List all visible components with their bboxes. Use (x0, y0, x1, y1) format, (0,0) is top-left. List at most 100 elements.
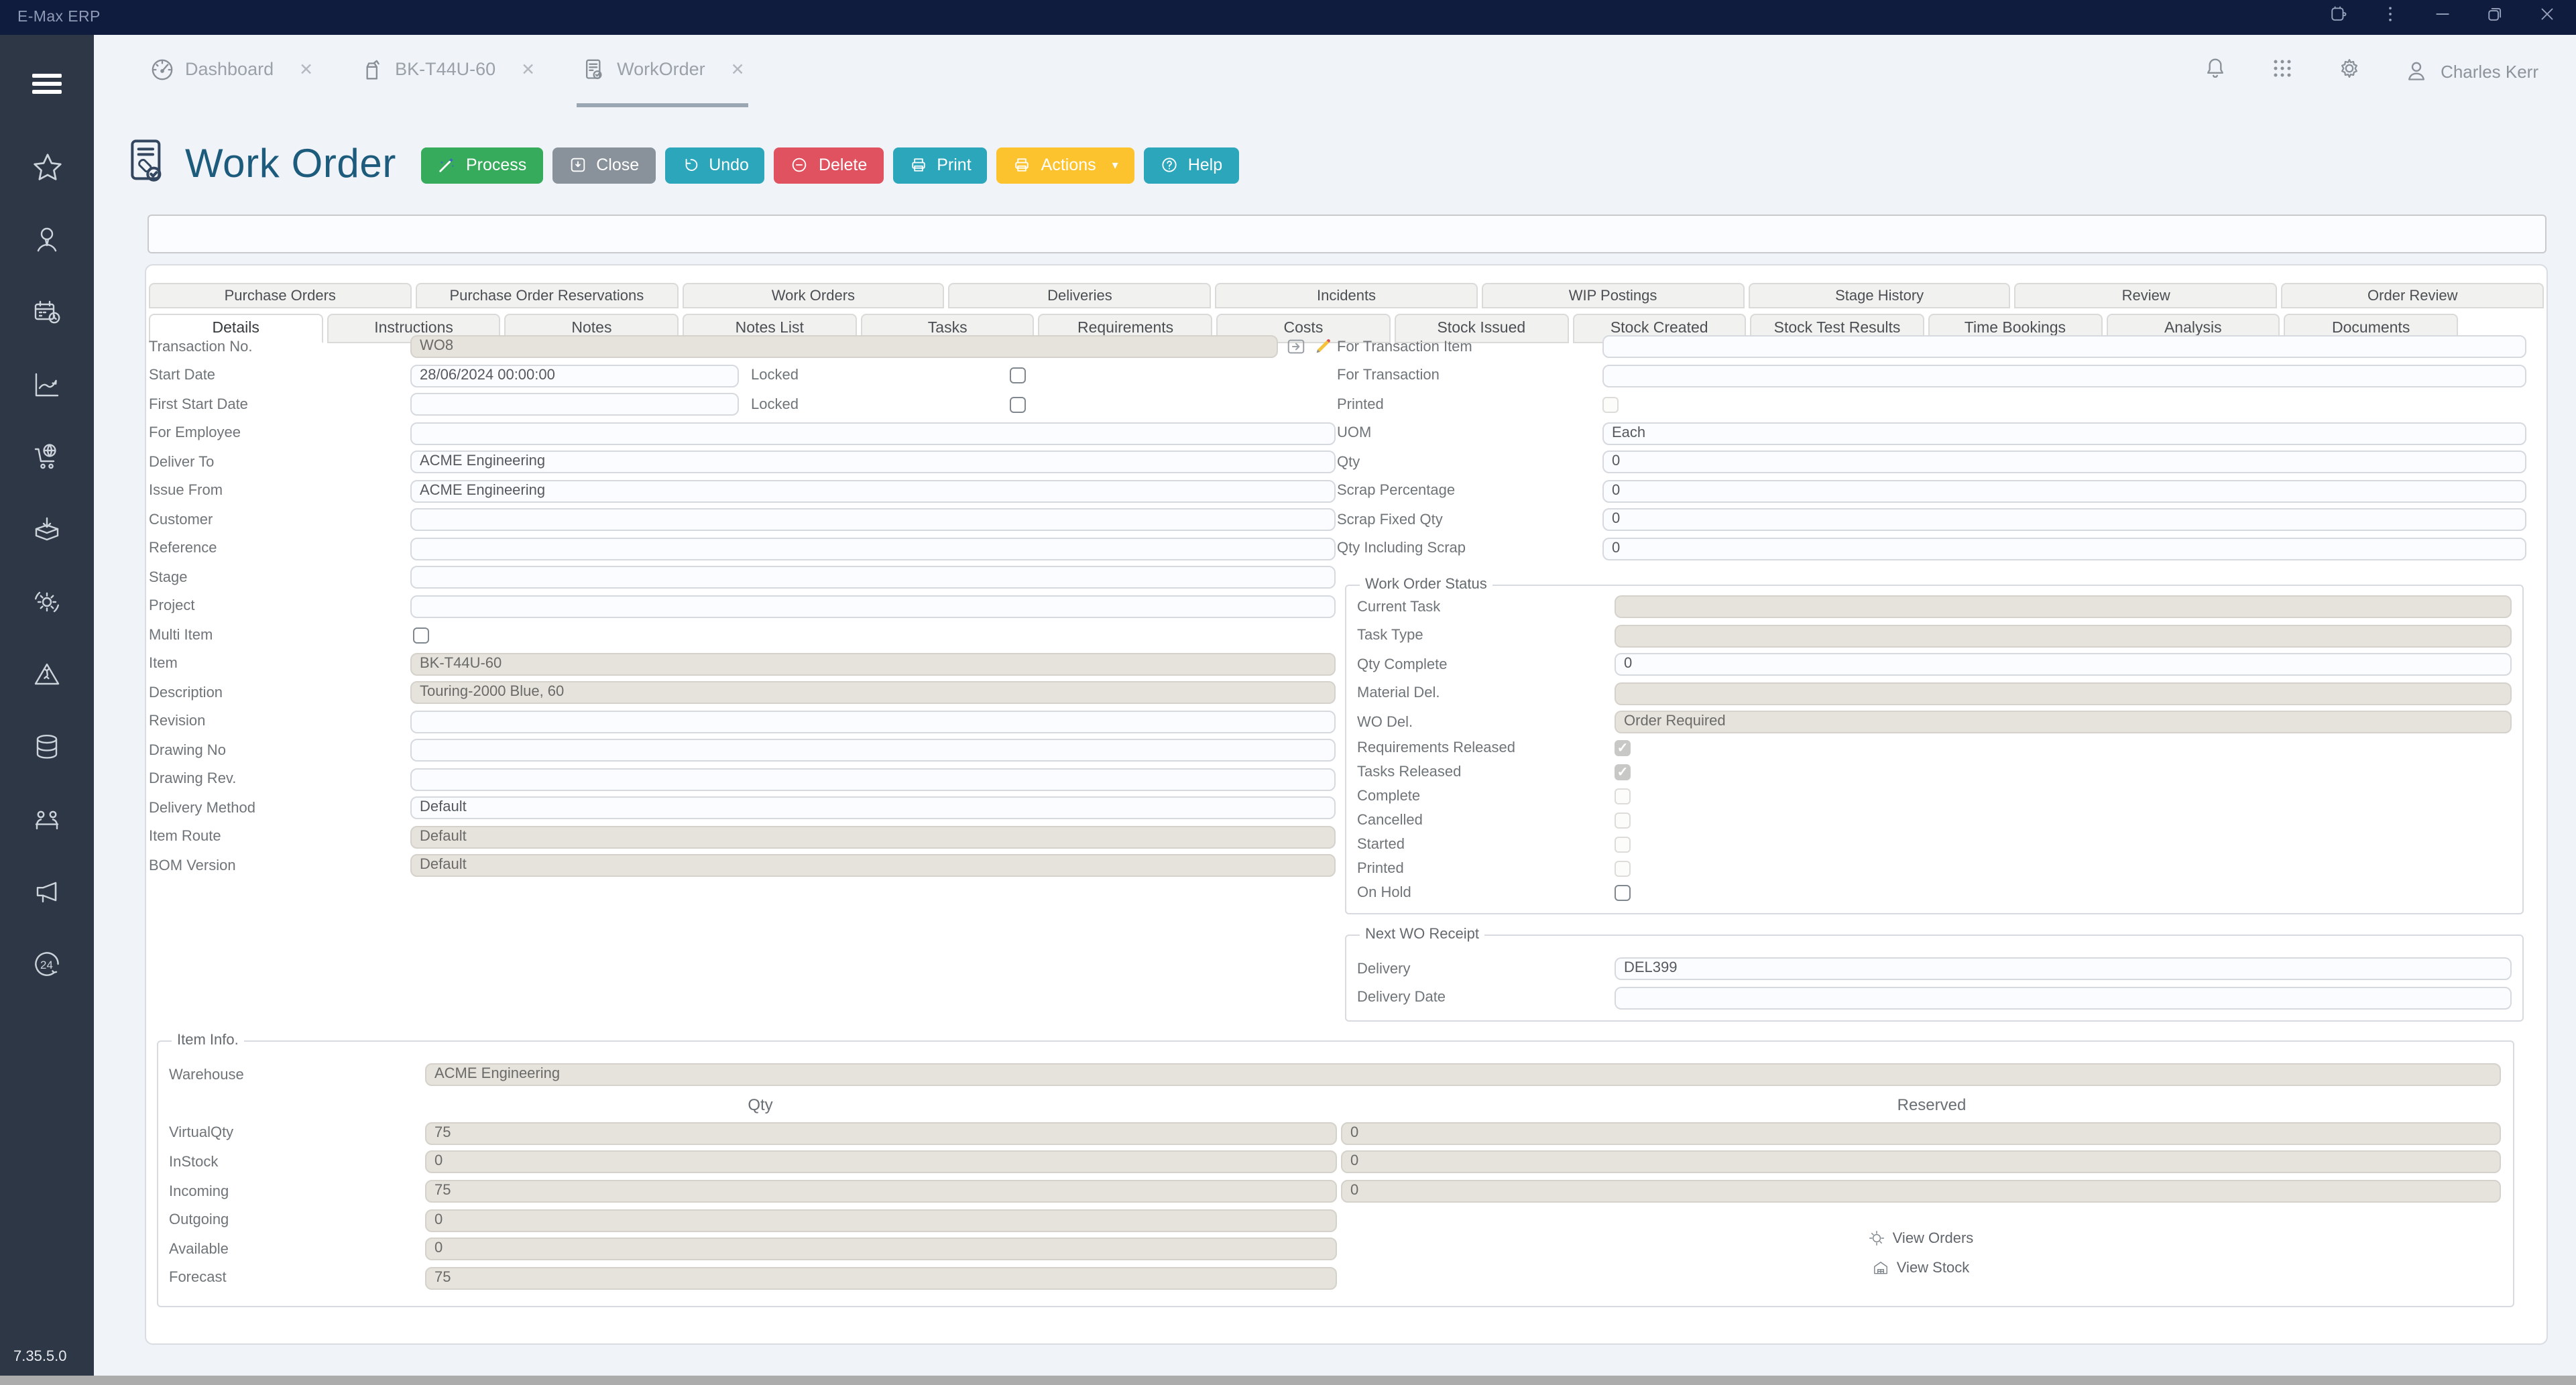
field-input[interactable]: Default (410, 796, 1336, 820)
form-row: UOM Each (1337, 419, 2530, 448)
locked-label: Locked (751, 396, 799, 413)
field-input[interactable] (410, 739, 1336, 762)
tab-close-icon[interactable]: ✕ (521, 59, 535, 79)
status-check-row: Requirements Released (1357, 737, 2512, 761)
field-input[interactable]: 0 (1615, 653, 2512, 676)
sidebar-incidents-icon[interactable] (0, 638, 94, 711)
user-menu[interactable]: Charles Kerr (2403, 58, 2538, 84)
date-field[interactable] (410, 393, 739, 416)
field-input[interactable]: DEL399 (1615, 957, 2512, 981)
print-button[interactable]: Print (892, 147, 988, 183)
extensions-icon[interactable] (2328, 4, 2348, 31)
status-row: Task Type (1357, 621, 2512, 650)
sidebar-analytics-icon[interactable] (0, 349, 94, 421)
status-checkbox[interactable] (1615, 884, 1631, 901)
multi-item-checkbox[interactable] (413, 627, 429, 644)
field-input[interactable] (410, 422, 1336, 445)
kebab-menu-icon[interactable] (2380, 4, 2400, 31)
app-title: E-Max ERP (17, 9, 101, 25)
message-bar (148, 215, 2546, 253)
tab-workorder[interactable]: WorkOrder ✕ (577, 35, 749, 107)
user-name: Charles Kerr (2441, 61, 2538, 81)
settings-gear-icon[interactable] (2336, 54, 2363, 88)
process-button[interactable]: Process (421, 147, 543, 183)
tab-item-bk-t44u-60[interactable]: BK-T44U-60 ✕ (355, 35, 539, 107)
field-label: Scrap Percentage (1337, 483, 1456, 499)
user-avatar-icon (2408, 62, 2425, 80)
related-tab[interactable]: Deliveries (948, 283, 1212, 308)
field-input[interactable] (410, 537, 1336, 560)
goto-record-icon[interactable] (1286, 337, 1306, 357)
sidebar-hr-icon[interactable] (0, 204, 94, 276)
date-field[interactable]: 28/06/2024 00:00:00 (410, 364, 739, 387)
sidebar: 24 7.35.5.0 (0, 35, 94, 1376)
edit-pencil-icon[interactable] (1313, 337, 1333, 357)
actions-button[interactable]: Actions ▾ (996, 147, 1134, 183)
field-input[interactable]: 0 (1602, 479, 2526, 503)
related-tab[interactable]: Work Orders (682, 283, 945, 308)
related-records-tabs: Purchase Orders Purchase Order Reservatio… (149, 283, 2544, 308)
sidebar-scheduler-icon[interactable] (0, 276, 94, 349)
field-input[interactable]: Each (1602, 422, 2526, 445)
field-input[interactable]: ACME Engineering (410, 479, 1336, 503)
field-input[interactable] (1602, 335, 2526, 359)
sidebar-production-icon[interactable] (0, 566, 94, 638)
sidebar-database-icon[interactable] (0, 711, 94, 783)
field-input[interactable]: 0 (1602, 537, 2526, 560)
related-tab[interactable]: Review (2014, 283, 2278, 308)
apps-grid-icon[interactable] (2269, 54, 2296, 88)
close-window-icon[interactable] (2537, 4, 2557, 31)
related-tab[interactable]: Incidents (1215, 283, 1478, 308)
field-label: Customer (149, 511, 213, 528)
related-tab[interactable]: Stage History (1748, 283, 2011, 308)
field-input[interactable] (1615, 986, 2512, 1010)
tab-dashboard[interactable]: Dashboard ✕ (145, 35, 317, 107)
help-button[interactable]: Help (1143, 147, 1239, 183)
field-input[interactable] (410, 768, 1336, 791)
notifications-bell-icon[interactable] (2202, 54, 2229, 88)
field-input[interactable]: 0 (1602, 508, 2526, 532)
field-input[interactable]: ACME Engineering (410, 450, 1336, 474)
minimize-icon[interactable] (2433, 4, 2453, 31)
sidebar-goods-in-icon[interactable] (0, 493, 94, 566)
view-stock-link[interactable]: View Stock (1341, 1258, 2501, 1278)
sidebar-purchasing-icon[interactable] (0, 421, 94, 493)
tab-close-icon[interactable]: ✕ (731, 59, 745, 79)
item-info-section: Item Info. Warehouse ACME Engineering Qt… (157, 1032, 2514, 1307)
related-tab[interactable]: Purchase Order Reservations (415, 283, 679, 308)
locked-checkbox[interactable] (1010, 396, 1026, 413)
printer-icon (911, 158, 925, 172)
field-input[interactable] (410, 710, 1336, 733)
hamburger-menu-icon[interactable] (32, 74, 62, 98)
package-icon (365, 59, 379, 79)
field-input (1615, 624, 2512, 648)
status-check-row: On Hold (1357, 881, 2512, 905)
field-label: Available (169, 1241, 229, 1258)
form-row: For Employee (149, 419, 1342, 448)
delete-button[interactable]: Delete (774, 147, 884, 183)
close-button[interactable]: Close (552, 147, 656, 183)
status-checkbox (1615, 788, 1631, 805)
tab-close-icon[interactable]: ✕ (299, 59, 313, 79)
field-input[interactable]: 0 (1602, 450, 2526, 474)
sidebar-meetings-icon[interactable] (0, 783, 94, 855)
sidebar-support-24-icon[interactable]: 24 (0, 928, 94, 1000)
undo-button[interactable]: Undo (664, 147, 765, 183)
sidebar-marketing-icon[interactable] (0, 855, 94, 928)
field-input[interactable] (410, 595, 1336, 618)
locked-checkbox[interactable] (1010, 367, 1026, 384)
sidebar-favorites-icon[interactable] (0, 131, 94, 204)
related-tab[interactable]: Order Review (2281, 283, 2544, 308)
locked-label: Locked (751, 367, 799, 384)
field-input[interactable] (410, 566, 1336, 589)
restore-icon[interactable] (2485, 4, 2505, 31)
form-row: For Transaction (1337, 361, 2530, 390)
view-orders-link[interactable]: View Orders (1341, 1228, 2501, 1248)
related-tab[interactable]: WIP Postings (1481, 283, 1745, 308)
status-checkbox (1615, 860, 1631, 877)
field-input[interactable] (410, 508, 1336, 532)
related-tab[interactable]: Purchase Orders (149, 283, 412, 308)
field-input[interactable] (1602, 364, 2526, 387)
instock-row: InStock 0 0 (169, 1148, 2502, 1177)
field-label: Forecast (169, 1270, 227, 1286)
